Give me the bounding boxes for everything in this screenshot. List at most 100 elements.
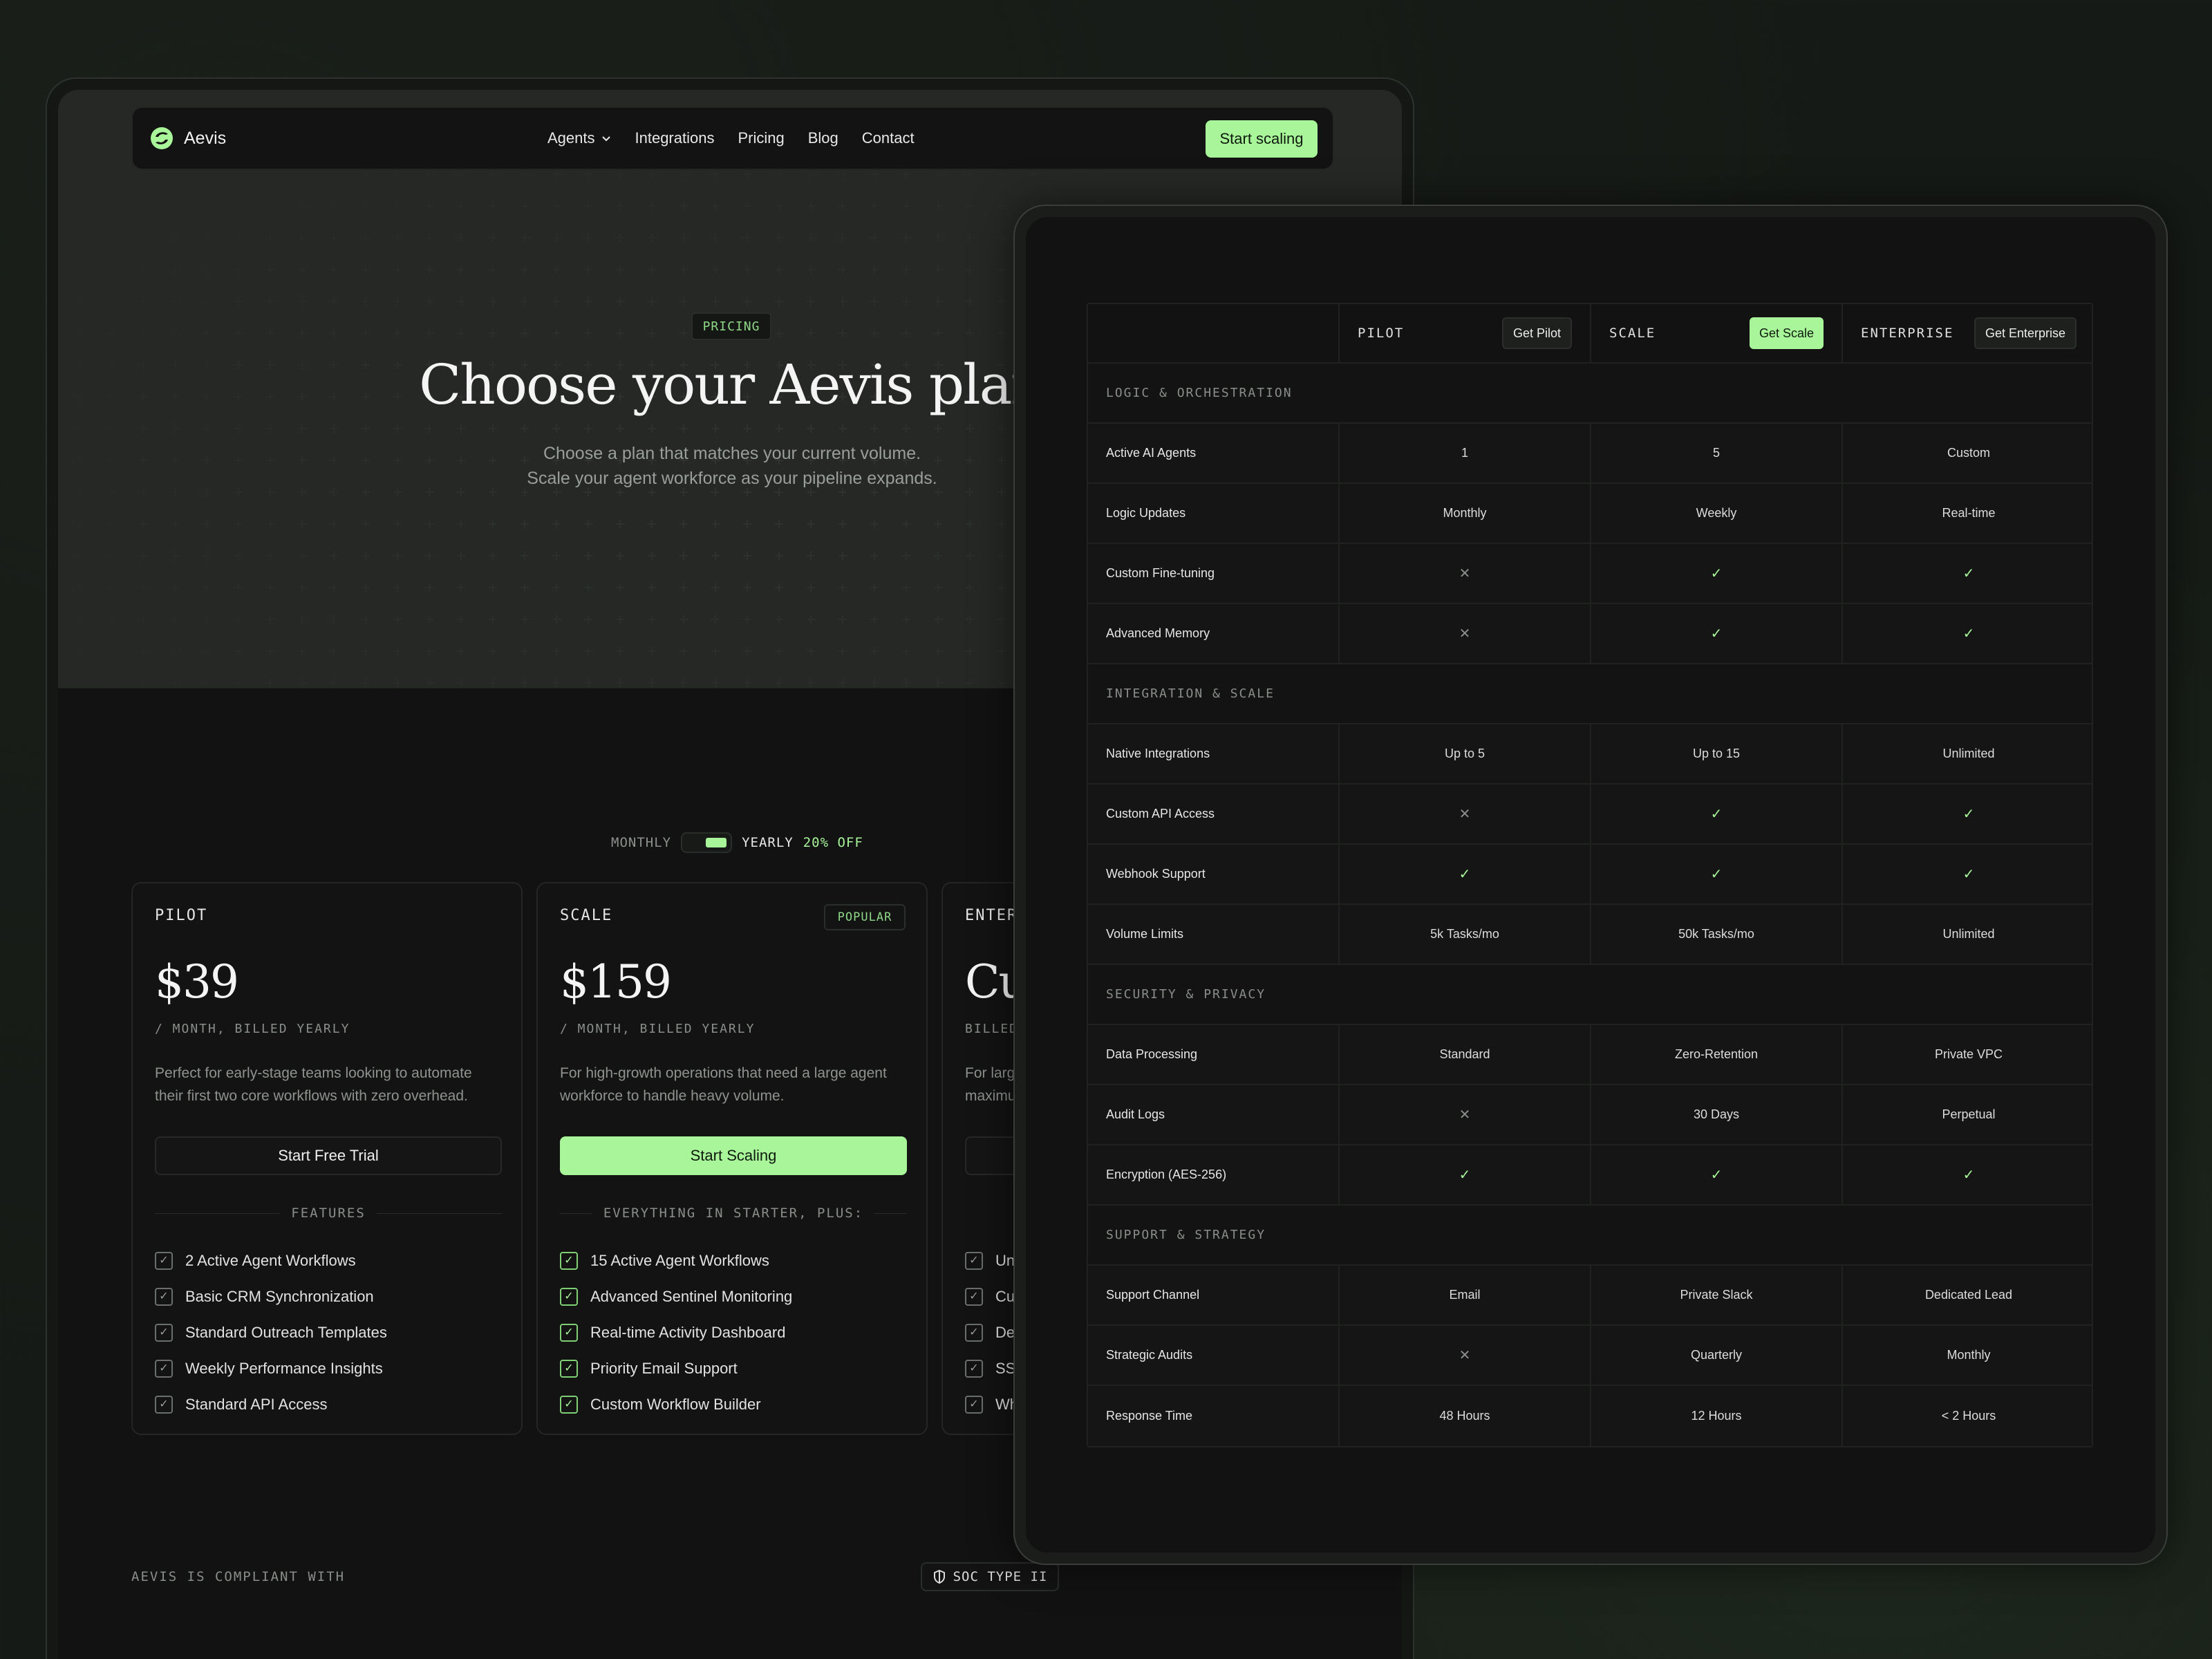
plus-mark (743, 170, 751, 178)
plus-mark (997, 647, 1006, 655)
plus-mark (489, 647, 497, 655)
plus-mark (75, 615, 84, 624)
check-box-icon: ✓ (560, 1252, 578, 1270)
plus-mark (107, 424, 115, 433)
brand-name: Aevis (184, 128, 227, 148)
plus-mark (266, 393, 274, 401)
value-cell: Perpetual (1843, 1085, 2094, 1144)
plus-mark (870, 234, 879, 242)
start-scaling-button[interactable]: Start scaling (1206, 120, 1318, 158)
nav-item-pricing[interactable]: Pricing (738, 129, 784, 147)
plus-mark (362, 583, 370, 592)
plus-mark (552, 520, 561, 528)
start-free-trial-button[interactable]: Start Free Trial (155, 1136, 502, 1175)
plus-mark (584, 297, 592, 306)
plus-mark (616, 552, 624, 560)
plus-mark (743, 424, 751, 433)
plus-mark (934, 647, 942, 655)
start-scaling-plan-button[interactable]: Start Scaling (560, 1136, 907, 1175)
check-icon: ✓ (1710, 566, 1723, 581)
plus-mark (362, 520, 370, 528)
plus-mark (902, 552, 910, 560)
plus-mark (838, 615, 847, 624)
plus-mark (775, 424, 783, 433)
logo[interactable]: Aevis (149, 126, 226, 151)
plus-mark (807, 234, 815, 242)
plus-mark (711, 647, 720, 655)
plus-mark (489, 329, 497, 337)
feature-name-cell: Volume Limits (1088, 905, 1340, 964)
plan-period: / MONTH, BILLED YEARLY (560, 1022, 756, 1036)
value-cell: < 2 Hours (1843, 1386, 2094, 1446)
plus-mark (743, 234, 751, 242)
value-text: Monthly (1443, 506, 1487, 520)
value-text: 50k Tasks/mo (1678, 927, 1754, 941)
list-item: ✓ Real-time Activity Dashboard (560, 1315, 792, 1351)
plus-mark (584, 202, 592, 210)
plus-mark (679, 679, 688, 687)
plus-mark (870, 552, 879, 560)
plus-mark (902, 679, 910, 687)
feature-name-cell: Strategic Audits (1088, 1326, 1340, 1385)
check-icon: ✓ (1710, 867, 1723, 882)
plus-mark (362, 265, 370, 274)
value-text: Real-time (1942, 506, 1996, 520)
plus-mark (362, 552, 370, 560)
plus-mark (807, 265, 815, 274)
plus-mark (362, 329, 370, 337)
value-text: Perpetual (1942, 1107, 1996, 1121)
plus-mark (997, 297, 1006, 306)
plus-mark (584, 234, 592, 242)
table-row: Support Channel Email Private Slack Dedicat… (1088, 1266, 2092, 1326)
plus-mark (966, 297, 974, 306)
nav-item-blog[interactable]: Blog (808, 129, 838, 147)
plus-mark (807, 679, 815, 687)
plus-mark (552, 297, 561, 306)
get-enterprise-button[interactable]: Get Enterprise (1974, 317, 2077, 349)
plus-mark (648, 265, 656, 274)
plus-mark (807, 552, 815, 560)
plus-mark (743, 583, 751, 592)
plus-mark (616, 679, 624, 687)
plus-mark (234, 202, 243, 210)
plus-mark (298, 552, 306, 560)
get-pilot-button[interactable]: Get Pilot (1501, 317, 1572, 349)
plus-mark (171, 520, 179, 528)
plus-mark (902, 297, 910, 306)
billing-monthly-label[interactable]: MONTHLY (611, 835, 671, 850)
plus-mark (425, 647, 433, 655)
plus-mark (203, 520, 211, 528)
plus-mark (679, 170, 688, 178)
nav-item-integrations[interactable]: Integrations (635, 129, 715, 147)
plus-mark (902, 234, 910, 242)
plus-mark (489, 234, 497, 242)
plus-mark (648, 647, 656, 655)
value-cell: Up to 5 (1340, 724, 1591, 783)
plus-mark (711, 520, 720, 528)
plus-mark (393, 265, 402, 274)
plus-mark (75, 424, 84, 433)
plus-mark (902, 647, 910, 655)
nav-item-contact[interactable]: Contact (862, 129, 915, 147)
plus-mark (457, 647, 465, 655)
billing-switch[interactable] (681, 832, 733, 853)
comparison-header-enterprise: ENTERPRISE Get Enterprise (1843, 304, 2094, 362)
plan-price: $159 (560, 955, 672, 1009)
billing-yearly-label[interactable]: YEARLY (742, 835, 794, 850)
feature-label: Standard API Access (185, 1396, 328, 1413)
plus-mark (298, 234, 306, 242)
plus-mark (330, 615, 338, 624)
value-text: Private Slack (1680, 1288, 1753, 1302)
plus-mark (139, 615, 147, 624)
plus-mark (362, 424, 370, 433)
plus-mark (743, 615, 751, 624)
value-cell: 12 Hours (1591, 1386, 1843, 1446)
plus-mark (997, 202, 1006, 210)
plus-mark (521, 583, 529, 592)
feature-name-cell: Active AI Agents (1088, 424, 1340, 482)
get-scale-button[interactable]: Get Scale (1749, 317, 1824, 349)
plus-mark (393, 361, 402, 369)
plus-mark (870, 202, 879, 210)
nav-item-agents[interactable]: Agents (547, 129, 612, 147)
plus-mark (997, 424, 1006, 433)
